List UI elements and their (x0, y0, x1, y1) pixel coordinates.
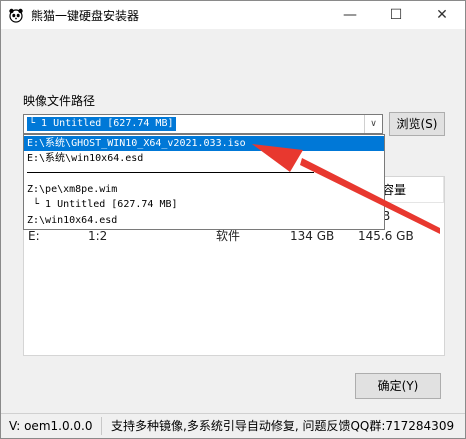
dropdown-option[interactable]: E:\系统\win10x64.esd (24, 151, 384, 166)
status-bar: V: oem1.0.0.0 支持多种镜像,多系统引导自动修复, 问题反馈QQ群:… (1, 413, 465, 438)
minimize-button[interactable]: — (327, 1, 373, 29)
browse-button[interactable]: 浏览(S) (389, 112, 445, 136)
installer-window: 熊猫一键硬盘安装器 — ☐ ✕ 映像文件路径 └ 1 Untitled [627… (0, 0, 466, 439)
image-path-label: 映像文件路径 (23, 94, 96, 108)
table-header-size: 容量 (376, 177, 444, 203)
dropdown-option[interactable]: Z:\win10x64.esd (24, 213, 384, 228)
image-path-combobox[interactable]: └ 1 Untitled [627.74 MB] ∨ (23, 114, 383, 134)
image-path-dropdown-list[interactable]: E:\系统\GHOST_WIN10_X64_v2021.033.iso E:\系… (23, 134, 385, 230)
combobox-selected-value: └ 1 Untitled [627.74 MB] (27, 117, 176, 131)
dropdown-option[interactable]: └ 1 Untitled [627.74 MB] (24, 197, 384, 212)
title-bar[interactable]: 熊猫一键硬盘安装器 — ☐ ✕ (1, 1, 465, 29)
dropdown-separator (27, 172, 314, 173)
confirm-button[interactable]: 确定(Y) (355, 373, 441, 399)
dropdown-option[interactable]: E:\系统\GHOST_WIN10_X64_v2021.033.iso (24, 136, 384, 151)
version-text: V: oem1.0.0.0 (9, 419, 93, 433)
status-divider (101, 417, 102, 435)
panda-icon (9, 8, 23, 23)
status-message: 支持多种镜像,多系统引导自动修复, 问题反馈QQ群:717284309 (111, 419, 455, 433)
dropdown-option[interactable]: Z:\pe\xm8pe.wim (24, 182, 384, 197)
chevron-down-icon[interactable]: ∨ (364, 115, 382, 133)
close-button[interactable]: ✕ (419, 1, 465, 29)
maximize-button[interactable]: ☐ (373, 1, 419, 29)
window-title: 熊猫一键硬盘安装器 (31, 9, 140, 23)
